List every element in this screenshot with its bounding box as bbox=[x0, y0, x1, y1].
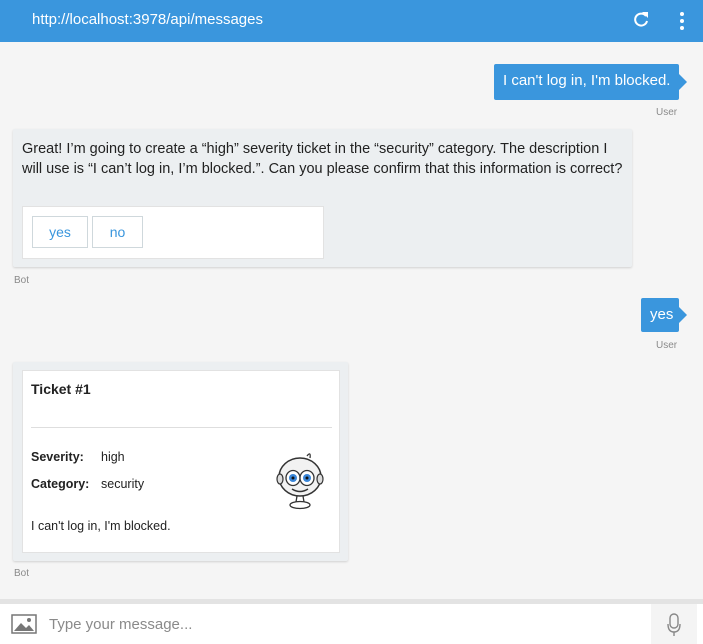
message-sender: Bot bbox=[14, 275, 30, 286]
microphone-icon[interactable] bbox=[666, 613, 682, 637]
fact-label-severity: Severity: bbox=[31, 450, 84, 464]
ticket-title: Ticket #1 bbox=[31, 381, 91, 397]
robot-icon bbox=[276, 453, 324, 510]
ticket-description: I can't log in, I'm blocked. bbox=[31, 519, 171, 533]
message-sender: Bot bbox=[14, 568, 30, 579]
user-message: yes bbox=[641, 298, 687, 332]
fact-value-severity: high bbox=[101, 450, 125, 464]
user-message-text: yes bbox=[650, 306, 674, 323]
image-upload-icon[interactable] bbox=[11, 614, 37, 634]
card-divider bbox=[31, 427, 332, 428]
bot-message-text: Great! I’m going to create a “high” seve… bbox=[22, 141, 623, 177]
fact-value-category: security bbox=[101, 477, 145, 491]
refresh-icon[interactable] bbox=[632, 10, 650, 30]
header-bar: http://localhost:3978/api/messages bbox=[0, 0, 703, 42]
yes-button[interactable]: yes bbox=[32, 216, 88, 248]
fact-label-category: Category: bbox=[31, 477, 90, 491]
user-message-text: I can't log in, I'm blocked. bbox=[503, 72, 671, 89]
no-button[interactable]: no bbox=[92, 216, 143, 248]
user-message: I can't log in, I'm blocked. bbox=[494, 64, 687, 100]
message-input[interactable] bbox=[49, 609, 639, 639]
message-sender: User bbox=[656, 107, 678, 118]
message-sender: User bbox=[656, 340, 678, 351]
endpoint-url: http://localhost:3978/api/messages bbox=[32, 11, 263, 28]
more-vertical-icon[interactable] bbox=[674, 10, 690, 32]
